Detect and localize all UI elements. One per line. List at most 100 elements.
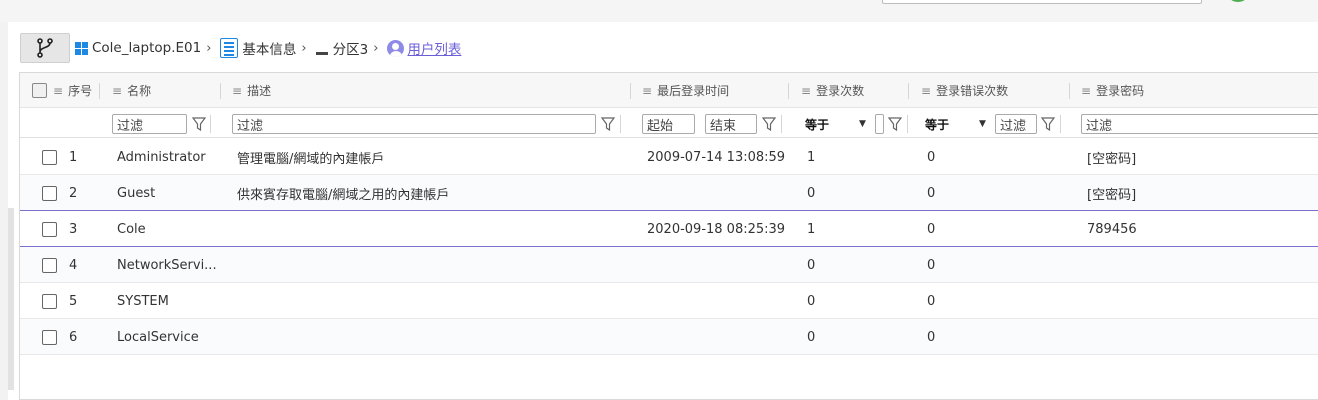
- top-search-input[interactable]: [882, 0, 1202, 4]
- cell-login-errors: 0: [927, 149, 936, 165]
- column-menu-icon[interactable]: ≡: [112, 84, 122, 98]
- caret-down-icon: ▼: [979, 119, 986, 129]
- column-header-login-errors[interactable]: ≡ 登录错误次数: [921, 73, 1008, 108]
- column-label: 名称: [127, 84, 152, 98]
- column-header-desc[interactable]: ≡ 描述: [232, 73, 271, 108]
- cell-login-count: 0: [807, 329, 816, 345]
- breadcrumb-label: 基本信息: [242, 42, 297, 58]
- cell-name: Administrator: [117, 149, 206, 165]
- column-menu-icon[interactable]: ≡: [642, 84, 652, 98]
- cell-name: LocalService: [117, 329, 199, 345]
- disk-icon: [315, 44, 328, 55]
- cell-login-errors: 0: [927, 329, 936, 345]
- cell-desc: 管理電腦/網域的內建帳戶: [237, 151, 385, 167]
- desc-filter-input[interactable]: 过滤: [232, 114, 596, 134]
- cell-name: SYSTEM: [117, 293, 169, 309]
- cell-password: 789456: [1087, 221, 1137, 237]
- row-checkbox[interactable]: [42, 294, 57, 309]
- column-divider[interactable]: [220, 83, 221, 99]
- cell-login-errors: 0: [927, 185, 936, 201]
- table-row[interactable]: 2 Guest 供來賓存取電腦/網域之用的內建帳戶 0 0 [空密码]: [20, 175, 1318, 211]
- breadcrumb-label: 分区3: [332, 42, 369, 58]
- column-label: 最后登录时间: [657, 84, 730, 98]
- caret-down-icon: ▼: [859, 119, 866, 129]
- row-checkbox[interactable]: [42, 186, 57, 201]
- end-date-input[interactable]: 结束: [705, 114, 757, 134]
- column-divider[interactable]: [908, 83, 909, 99]
- left-scrollbar[interactable]: [8, 208, 14, 390]
- select-all-checkbox[interactable]: [32, 83, 47, 98]
- column-label: 描述: [247, 84, 272, 98]
- table-row[interactable]: 5 SYSTEM 0 0: [20, 283, 1318, 319]
- row-checkbox[interactable]: [42, 222, 57, 237]
- breadcrumb-item-user-list[interactable]: 用户列表: [387, 38, 461, 58]
- column-header-name[interactable]: ≡ 名称: [112, 73, 151, 108]
- cell-login-errors: 0: [927, 293, 936, 309]
- branch-button[interactable]: [20, 33, 70, 63]
- column-header-last-login[interactable]: ≡ 最后登录时间: [642, 73, 729, 108]
- windows-icon: [75, 41, 88, 55]
- column-divider[interactable]: [630, 83, 631, 99]
- table-row[interactable]: 3 Cole 2020-09-18 08:25:39 1 0 789456: [20, 211, 1318, 247]
- column-header-login-count[interactable]: ≡ 登录次数: [801, 73, 864, 108]
- row-checkbox[interactable]: [42, 258, 57, 273]
- cell-desc: 供來賓存取電腦/網域之用的內建帳戶: [237, 187, 450, 203]
- password-filter-input[interactable]: 过滤: [1081, 114, 1318, 134]
- table-row[interactable]: 1 Administrator 管理電腦/網域的內建帳戶 2009-07-14 …: [20, 139, 1318, 175]
- cell-index: 6: [69, 329, 78, 345]
- login-count-operator-select[interactable]: 等于 ▼: [805, 115, 866, 133]
- column-divider[interactable]: [788, 83, 789, 99]
- cell-index: 2: [69, 185, 78, 201]
- cell-login-errors: 0: [927, 257, 936, 273]
- login-errors-operator-select[interactable]: 等于 ▼: [925, 115, 986, 133]
- filter-icon[interactable]: [762, 116, 776, 132]
- cell-name: Guest: [117, 185, 156, 201]
- row-checkbox[interactable]: [42, 330, 57, 345]
- login-errors-filter-input[interactable]: 过滤: [995, 114, 1037, 134]
- user-table: ≡ 序号 ≡ 名称 ≡ 描述 ≡ 最后登录时间 ≡ 登录次数 ≡ 登录错误次数: [19, 72, 1318, 400]
- status-indicator-icon: [1226, 0, 1250, 2]
- column-header-password[interactable]: ≡ 登录密码: [1081, 73, 1144, 108]
- filter-icon[interactable]: [601, 116, 615, 132]
- table-row[interactable]: 4 NetworkServi... 0 0: [20, 247, 1318, 283]
- cell-password: [空密码]: [1087, 187, 1137, 203]
- cell-password: [空密码]: [1087, 151, 1137, 167]
- filter-icon[interactable]: [888, 116, 902, 132]
- name-filter-input[interactable]: 过滤: [112, 114, 187, 134]
- chevron-right-icon: ›: [206, 40, 212, 56]
- column-menu-icon[interactable]: ≡: [232, 84, 242, 98]
- column-divider[interactable]: [1069, 83, 1070, 99]
- column-header-index[interactable]: ≡ 序号: [53, 73, 92, 108]
- column-menu-icon[interactable]: ≡: [53, 84, 63, 98]
- breadcrumb-item-basic-info[interactable]: 基本信息 ›: [220, 38, 310, 58]
- table-header: ≡ 序号 ≡ 名称 ≡ 描述 ≡ 最后登录时间 ≡ 登录次数 ≡ 登录错误次数: [20, 73, 1318, 108]
- login-count-filter-input[interactable]: [875, 114, 884, 134]
- column-menu-icon[interactable]: ≡: [1081, 84, 1091, 98]
- column-divider[interactable]: [99, 83, 100, 99]
- filter-divider: [781, 115, 782, 133]
- filter-divider: [907, 115, 908, 133]
- filter-divider: [620, 115, 621, 133]
- breadcrumb-link[interactable]: 用户列表: [407, 38, 461, 58]
- start-date-input[interactable]: 起始: [642, 114, 695, 134]
- table-row[interactable]: 6 LocalService 0 0: [20, 319, 1318, 355]
- filter-icon[interactable]: [192, 116, 206, 132]
- column-label: 登录次数: [816, 84, 865, 98]
- cell-last-login: 2009-07-14 13:08:59: [647, 149, 786, 165]
- breadcrumb-label: Cole_laptop.E01: [92, 40, 202, 56]
- chevron-right-icon: ›: [373, 40, 379, 56]
- breadcrumb: Cole_laptop.E01 › 基本信息 › 分区3 › 用户列表: [8, 30, 1318, 66]
- breadcrumb-item-evidence[interactable]: Cole_laptop.E01 ›: [75, 40, 215, 56]
- row-checkbox[interactable]: [42, 150, 57, 165]
- column-menu-icon[interactable]: ≡: [801, 84, 811, 98]
- column-label: 登录密码: [1096, 84, 1145, 98]
- filter-icon[interactable]: [1041, 116, 1055, 132]
- column-menu-icon[interactable]: ≡: [921, 84, 931, 98]
- cell-login-count: 0: [807, 293, 816, 309]
- filter-divider: [1060, 115, 1061, 133]
- list-icon: [220, 38, 239, 58]
- top-strip: [0, 0, 1318, 22]
- breadcrumb-item-partition[interactable]: 分区3 ›: [315, 38, 383, 58]
- cell-index: 3: [69, 221, 78, 237]
- select-value: 等于: [925, 117, 950, 132]
